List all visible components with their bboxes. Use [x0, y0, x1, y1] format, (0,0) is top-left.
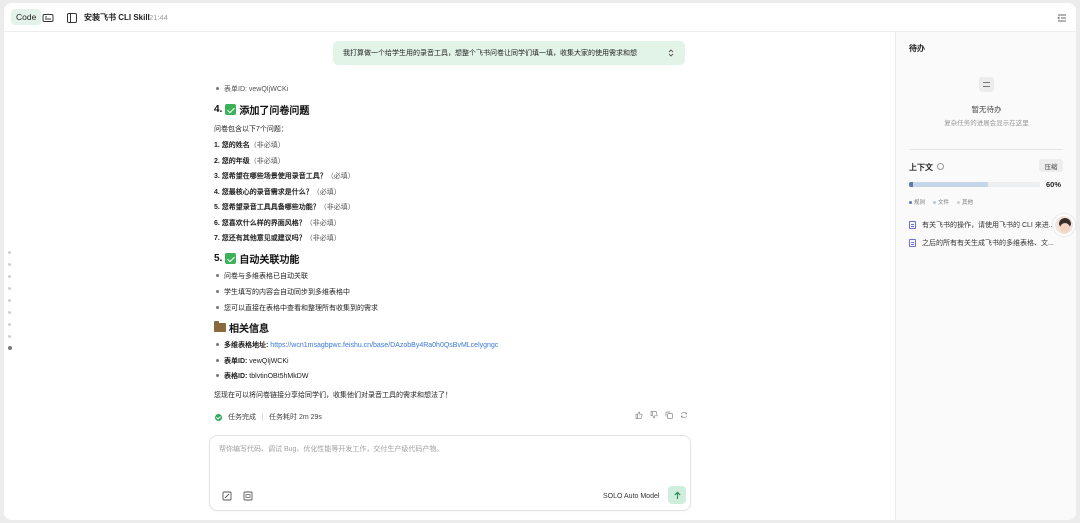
info-table-url: 多维表格地址: https://wcn1msagbpwc.feishu.cn/b…	[215, 342, 499, 349]
check-circle-icon	[215, 413, 222, 421]
section4-number: 4.	[214, 104, 223, 115]
section5-number: 5.	[214, 253, 223, 264]
status-duration: 任务耗时 2m 29s	[269, 414, 322, 421]
thumbs-down-icon[interactable]	[650, 411, 658, 419]
question-item: 4. 您最核心的录音需求是什么？（必填）	[214, 188, 341, 196]
retry-icon[interactable]	[680, 411, 688, 419]
arrow-up-icon	[673, 491, 681, 499]
context-usage-bar	[909, 182, 1040, 187]
code-mode-label: Code	[16, 12, 37, 22]
context-percent: 60%	[1046, 180, 1062, 189]
status-done: 任务完成	[228, 414, 256, 421]
legend-item: 文件	[933, 198, 949, 206]
chat-area: 我打算做一个给学生用的录音工具，想整个飞书问卷让同学们填一填，收集大家的使用需求…	[4, 32, 895, 520]
divider	[262, 413, 263, 421]
scroll-dot[interactable]	[8, 323, 11, 326]
context-item-label: 之后的所有有关生成飞书的多维表格、文...	[922, 240, 1054, 247]
scroll-dot[interactable]	[8, 311, 11, 314]
panel-toggle-icon[interactable]	[1056, 12, 1068, 24]
document-icon	[909, 221, 916, 229]
list-item: 学生填写的内容会自动同步到多维表格中	[216, 289, 350, 296]
form-id-top: 表单ID: vewQIjWCKi	[215, 86, 289, 93]
scroll-dot[interactable]	[8, 335, 11, 338]
compress-button[interactable]: 压缩	[1039, 159, 1063, 172]
checklist-icon	[979, 77, 994, 92]
questions-intro: 问卷包含以下7个问题：	[214, 126, 288, 133]
expand-toggle-icon[interactable]	[667, 49, 675, 57]
app-window: Code 安装飞书 CLI Skill 21:44 我打算做一个给学生用的录音工…	[4, 3, 1076, 520]
legend-item: 规则	[909, 198, 925, 206]
info-form-id: 表单ID: vewQIjWCKi	[216, 358, 289, 365]
scroll-dot[interactable]	[8, 287, 11, 290]
section4-title: 添加了问卷问题	[239, 106, 310, 117]
context-item-label: 有关飞书的操作，请使用飞书的 CLI 来进...	[922, 222, 1055, 229]
prompt-composer: SOLO Auto Model	[209, 435, 691, 511]
scroll-dot[interactable]	[8, 263, 11, 266]
folder-icon	[214, 321, 226, 332]
scroll-dot[interactable]	[8, 251, 11, 254]
info-title: 相关信息	[229, 324, 269, 335]
info-table-id: 表格ID: tblvtinOBt5hMkDW	[215, 373, 309, 380]
section4-heading: 4. 添加了问卷问题	[214, 102, 309, 117]
check-icon	[225, 104, 237, 115]
closing-text: 您现在可以将问卷链接分享给同学们，收集他们对录音工具的需求和想法了！	[214, 392, 452, 399]
session-title: 安装飞书 CLI Skill	[84, 13, 150, 22]
question-item: 3. 您希望在哪些场景使用录音工具？（必填）	[214, 173, 355, 180]
context-title: 上下文	[909, 163, 933, 172]
user-message-bubble[interactable]: 我打算做一个给学生用的录音工具，想整个飞书问卷让同学们填一填，收集大家的使用需求…	[333, 41, 685, 65]
thumbs-up-icon[interactable]	[635, 411, 643, 419]
prompt-input[interactable]	[219, 444, 679, 464]
sidebar-toggle-icon[interactable]	[66, 12, 78, 24]
list-item: 问卷与多维表格已自动关联	[216, 273, 308, 280]
message-actions	[635, 411, 688, 419]
scroll-dot[interactable]	[8, 299, 11, 302]
document-icon	[909, 239, 916, 247]
copy-icon[interactable]	[665, 411, 673, 419]
user-message-text: 我打算做一个给学生用的录音工具，想整个飞书问卷让同学们填一填，收集大家的使用需求…	[343, 50, 637, 57]
scroll-dot[interactable]	[8, 275, 11, 278]
code-mode-button[interactable]: Code	[11, 9, 42, 25]
question-item: 6. 您喜欢什么样的界面风格？（非必填）	[214, 219, 341, 227]
section5-title: 自动关联功能	[239, 255, 300, 266]
model-selector[interactable]: SOLO Auto Model	[603, 493, 659, 500]
table-url-link[interactable]: https://wcn1msagbpwc.feishu.cn/base/DAzo…	[270, 342, 498, 349]
context-item[interactable]: 之后的所有有关生成飞书的多维表格、文...	[909, 238, 1067, 248]
todo-title: 待办	[909, 44, 925, 53]
question-item: 5. 您希望录音工具具备哪些功能？（非必填）	[214, 204, 355, 211]
question-item: 1. 您的姓名（非必填）	[214, 142, 285, 149]
info-heading: 相关信息	[214, 320, 269, 335]
context-rules-fill	[909, 182, 913, 187]
scroll-dot-active[interactable]	[8, 346, 12, 350]
check-icon	[225, 253, 237, 264]
question-item: 7. 您还有其他意见或建议吗？（非必填）	[214, 235, 341, 242]
side-panel: 待办 暂无待办 复杂任务的进展会显示在这里 上下文 压缩 60% 规则 文件 其…	[895, 32, 1076, 520]
keyboard-icon[interactable]	[42, 12, 54, 24]
session-time: 21:44	[149, 12, 168, 22]
empty-todo-subtitle: 复杂任务的进展会显示在这里	[944, 120, 1029, 127]
info-icon[interactable]	[937, 163, 944, 170]
divider	[909, 149, 1063, 150]
context-item[interactable]: 有关飞书的操作，请使用飞书的 CLI 来进...	[909, 220, 1067, 230]
top-bar: Code 安装飞书 CLI Skill 21:44	[4, 3, 1076, 32]
question-item: 2. 您的年级（非必填）	[214, 157, 285, 165]
avatar[interactable]	[1053, 214, 1075, 236]
list-item: 您可以直接在表格中查看和整理所有收集到的需求	[216, 305, 378, 312]
context-legend: 规则 文件 其他	[909, 198, 973, 206]
section5-heading: 5. 自动关联功能	[214, 251, 299, 266]
legend-item: 其他	[957, 198, 973, 206]
context-usage-fill	[909, 182, 988, 187]
screenshot-icon[interactable]	[243, 491, 253, 501]
task-status: 任务完成 任务耗时 2m 29s	[215, 412, 322, 422]
empty-todo-title: 暂无待办	[971, 105, 1002, 114]
send-button[interactable]	[668, 486, 686, 504]
attach-image-icon[interactable]	[222, 491, 232, 501]
